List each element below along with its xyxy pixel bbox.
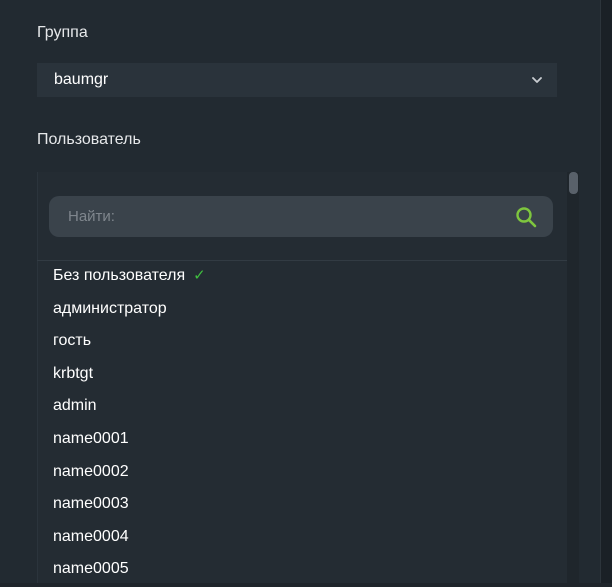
chevron-down-icon[interactable] [531,74,543,86]
user-search-box [49,196,553,237]
list-item[interactable]: name0005 [53,554,206,587]
list-item-label: name0005 [53,560,129,578]
group-label: Группа [37,24,88,41]
scrollbar-thumb[interactable] [569,172,578,194]
list-item[interactable]: администратор [53,294,206,327]
list-item[interactable]: name0004 [53,522,206,555]
list-item-label: admin [53,397,97,415]
list-item-label: администратор [53,299,167,317]
panel-divider [600,0,612,583]
list-item[interactable]: name0003 [53,489,206,522]
group-select-value: baumgr [54,71,109,88]
list-item-label: name0004 [53,527,129,545]
list-item[interactable]: krbtgt [53,359,206,392]
list-item[interactable]: name0001 [53,424,206,457]
group-select[interactable]: baumgr [37,63,557,97]
list-item[interactable]: admin [53,391,206,424]
list-item-label: Без пользователя [53,267,186,284]
search-icon[interactable] [515,206,537,228]
check-icon: ✓ [193,267,206,284]
list-item-label: гость [53,332,92,350]
user-label: Пользователь [37,131,141,148]
list-item-no-user[interactable]: Без пользователя ✓ [53,261,206,294]
list-item[interactable]: гость [53,326,206,359]
user-list: Без пользователя ✓ администратор гость kr… [53,261,206,587]
user-search-input[interactable] [66,207,515,226]
list-item-label: krbtgt [53,364,94,382]
scrollbar-track[interactable] [567,172,579,583]
list-item-label: name0001 [53,429,129,447]
list-item-label: name0002 [53,462,129,480]
list-item-label: name0003 [53,495,129,513]
list-item[interactable]: name0002 [53,457,206,490]
